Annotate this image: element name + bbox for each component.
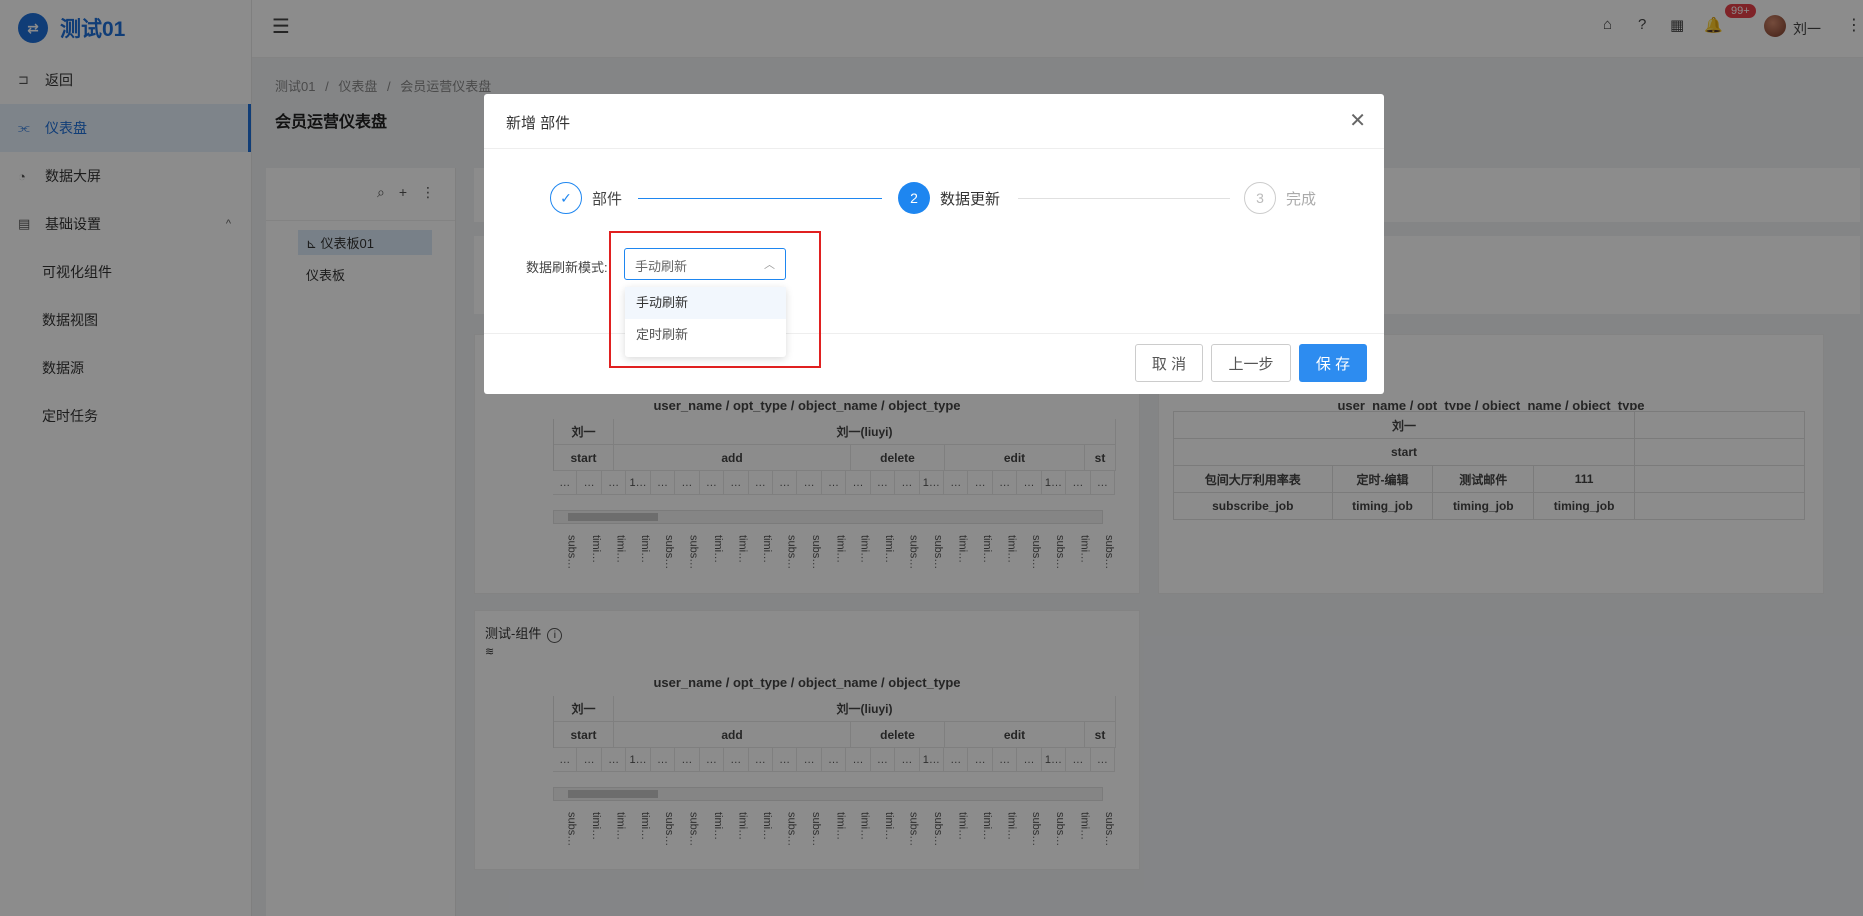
step-complete: 3 完成 xyxy=(1244,182,1316,214)
step-data-update: 2 数据更新 xyxy=(898,182,1000,214)
step-widget: ✓ 部件 xyxy=(550,182,622,214)
previous-step-button[interactable]: 上一步 xyxy=(1211,344,1291,382)
refresh-mode-label: 数据刷新模式: xyxy=(526,260,608,275)
step-connector xyxy=(638,198,882,199)
modal-title: 新增 部件 xyxy=(506,115,571,132)
save-button[interactable]: 保 存 xyxy=(1299,344,1367,382)
step-number: 2 xyxy=(898,182,930,214)
check-icon: ✓ xyxy=(550,182,582,214)
divider xyxy=(484,148,1384,149)
highlight-annotation xyxy=(609,231,821,368)
step-number: 3 xyxy=(1244,182,1276,214)
close-icon[interactable]: ✕ xyxy=(1349,108,1366,133)
step-label: 完成 xyxy=(1286,190,1317,208)
step-label: 数据更新 xyxy=(940,190,1001,208)
step-connector xyxy=(1018,198,1230,199)
cancel-button[interactable]: 取 消 xyxy=(1135,344,1203,382)
step-label: 部件 xyxy=(592,190,623,208)
